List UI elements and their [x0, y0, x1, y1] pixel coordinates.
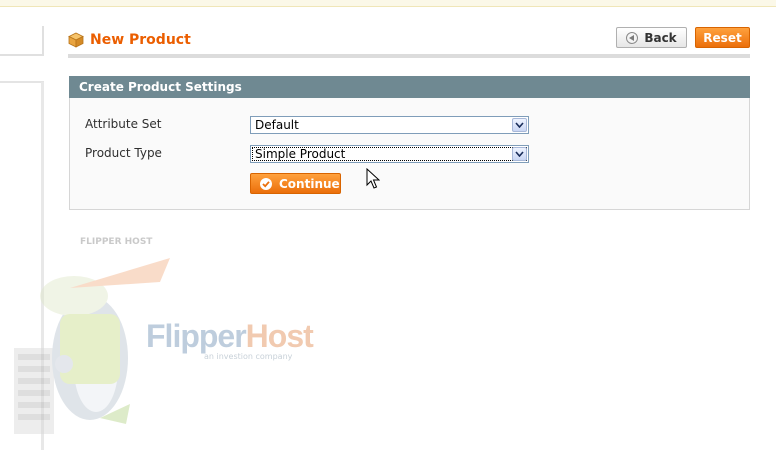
product-type-label: Product Type [85, 146, 162, 160]
attribute-set-value: Default [255, 118, 299, 132]
checkmark-icon [260, 177, 272, 190]
settings-panel-header: Create Product Settings [69, 76, 750, 98]
brand-tagline: an investion company [204, 352, 293, 361]
mouse-cursor-icon [366, 168, 380, 189]
product-type-value: Simple Product [255, 147, 346, 161]
sidebar-tab[interactable] [0, 26, 44, 56]
server-rack-icon [14, 348, 54, 434]
chevron-down-icon[interactable] [512, 118, 527, 132]
cap-logo-text: FLIPPER HOST [80, 237, 153, 247]
back-arrow-icon [626, 31, 639, 44]
settings-panel-title: Create Product Settings [79, 80, 242, 94]
flipperhost-logo: FlipperHost an investion company [146, 318, 314, 361]
top-notice-strip [0, 0, 776, 7]
brand-name-left: Flipper [146, 318, 247, 354]
product-box-icon [68, 32, 84, 48]
back-button-label: Back [644, 30, 677, 45]
page-title-text: New Product [90, 32, 191, 48]
brand-wordmark: FlipperHost [146, 318, 314, 355]
continue-button[interactable]: Continue [250, 173, 341, 194]
header-divider [68, 54, 750, 58]
chevron-down-icon[interactable] [512, 147, 527, 161]
attribute-set-label: Attribute Set [85, 117, 162, 131]
brand-name-right: Host [245, 318, 314, 354]
attribute-set-select[interactable]: Default [250, 116, 529, 134]
product-type-select[interactable]: Simple Product [250, 145, 529, 163]
reset-button[interactable]: Reset [695, 27, 750, 48]
back-button[interactable]: Back [616, 27, 687, 48]
sidebar-divider [0, 81, 44, 83]
continue-button-label: Continue [279, 176, 340, 191]
reset-button-label: Reset [703, 30, 742, 45]
page-title: New Product [68, 32, 191, 48]
